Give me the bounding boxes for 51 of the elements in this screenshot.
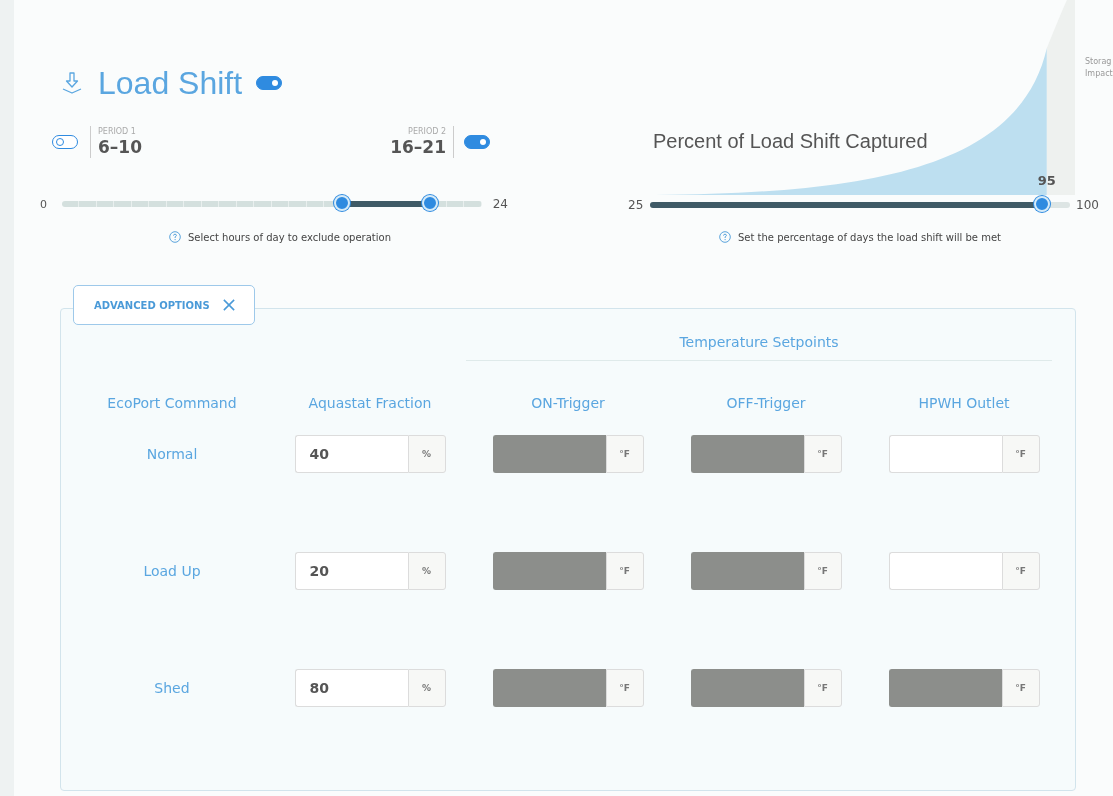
group-heading: Temperature Setpoints [466,331,1052,361]
unit-label: °F [1001,435,1040,473]
percent-slider[interactable] [650,195,1071,214]
slider-thumb[interactable] [334,195,351,211]
column-header: EcoPort Command [106,394,238,413]
unit-label: % [407,435,446,473]
input-field[interactable]: 80 [294,669,408,707]
slider-thumb[interactable] [421,195,438,211]
axis-label: Impact [1085,68,1113,80]
unit-label: °F [1001,669,1040,707]
hour-slider[interactable] [62,195,482,213]
row-label: Normal [146,446,198,462]
unit-label: °F [803,552,842,590]
unit-label: °F [605,552,644,590]
slider-thumb[interactable] [1034,195,1051,212]
slider-value: 95 [1037,172,1056,190]
help-text: Set the percentage of days the load shift will be met [738,231,1001,243]
slider-max-label: 24 [491,197,508,211]
input-field[interactable]: 40 [294,435,408,473]
unit-label: % [407,669,446,707]
toggle-switch[interactable] [52,135,78,149]
unit-label: °F [605,669,644,707]
toggle-switch[interactable] [464,135,490,149]
row-label: Load Up [143,563,201,579]
column-header: ON-Trigger [530,394,606,413]
slider-min-label: 25 [628,197,645,212]
column-header: OFF-Trigger [725,394,807,413]
period-range: 6–10 [98,137,142,157]
period-label: PERIOD 1 [98,127,137,137]
column-header: Aquastat Fraction [307,394,433,413]
help-icon[interactable] [719,231,731,244]
axis-label: Storag [1085,56,1113,68]
toggle-switch[interactable] [256,76,283,90]
unit-label: °F [1001,552,1040,590]
period-label: PERIOD 2 [408,127,446,137]
section-title: Load Shift [98,64,243,103]
unit-label: °F [803,435,842,473]
unit-label: °F [605,435,644,473]
close-icon[interactable] [222,299,235,311]
period-range: 16–21 [390,137,446,157]
help-icon[interactable] [169,231,181,243]
help-text: Select hours of day to exclude operation [188,231,391,243]
slider-min-label: 0 [40,197,48,211]
chart-title: Percent of Load Shift Captured [653,129,929,154]
column-header: HPWH Outlet [917,394,1011,413]
download-icon [62,72,82,94]
row-label: Shed [154,680,190,696]
input-field[interactable]: 20 [294,552,408,590]
slider-max-label: 100 [1075,197,1099,212]
unit-label: °F [803,669,842,707]
unit-label: % [407,552,446,590]
